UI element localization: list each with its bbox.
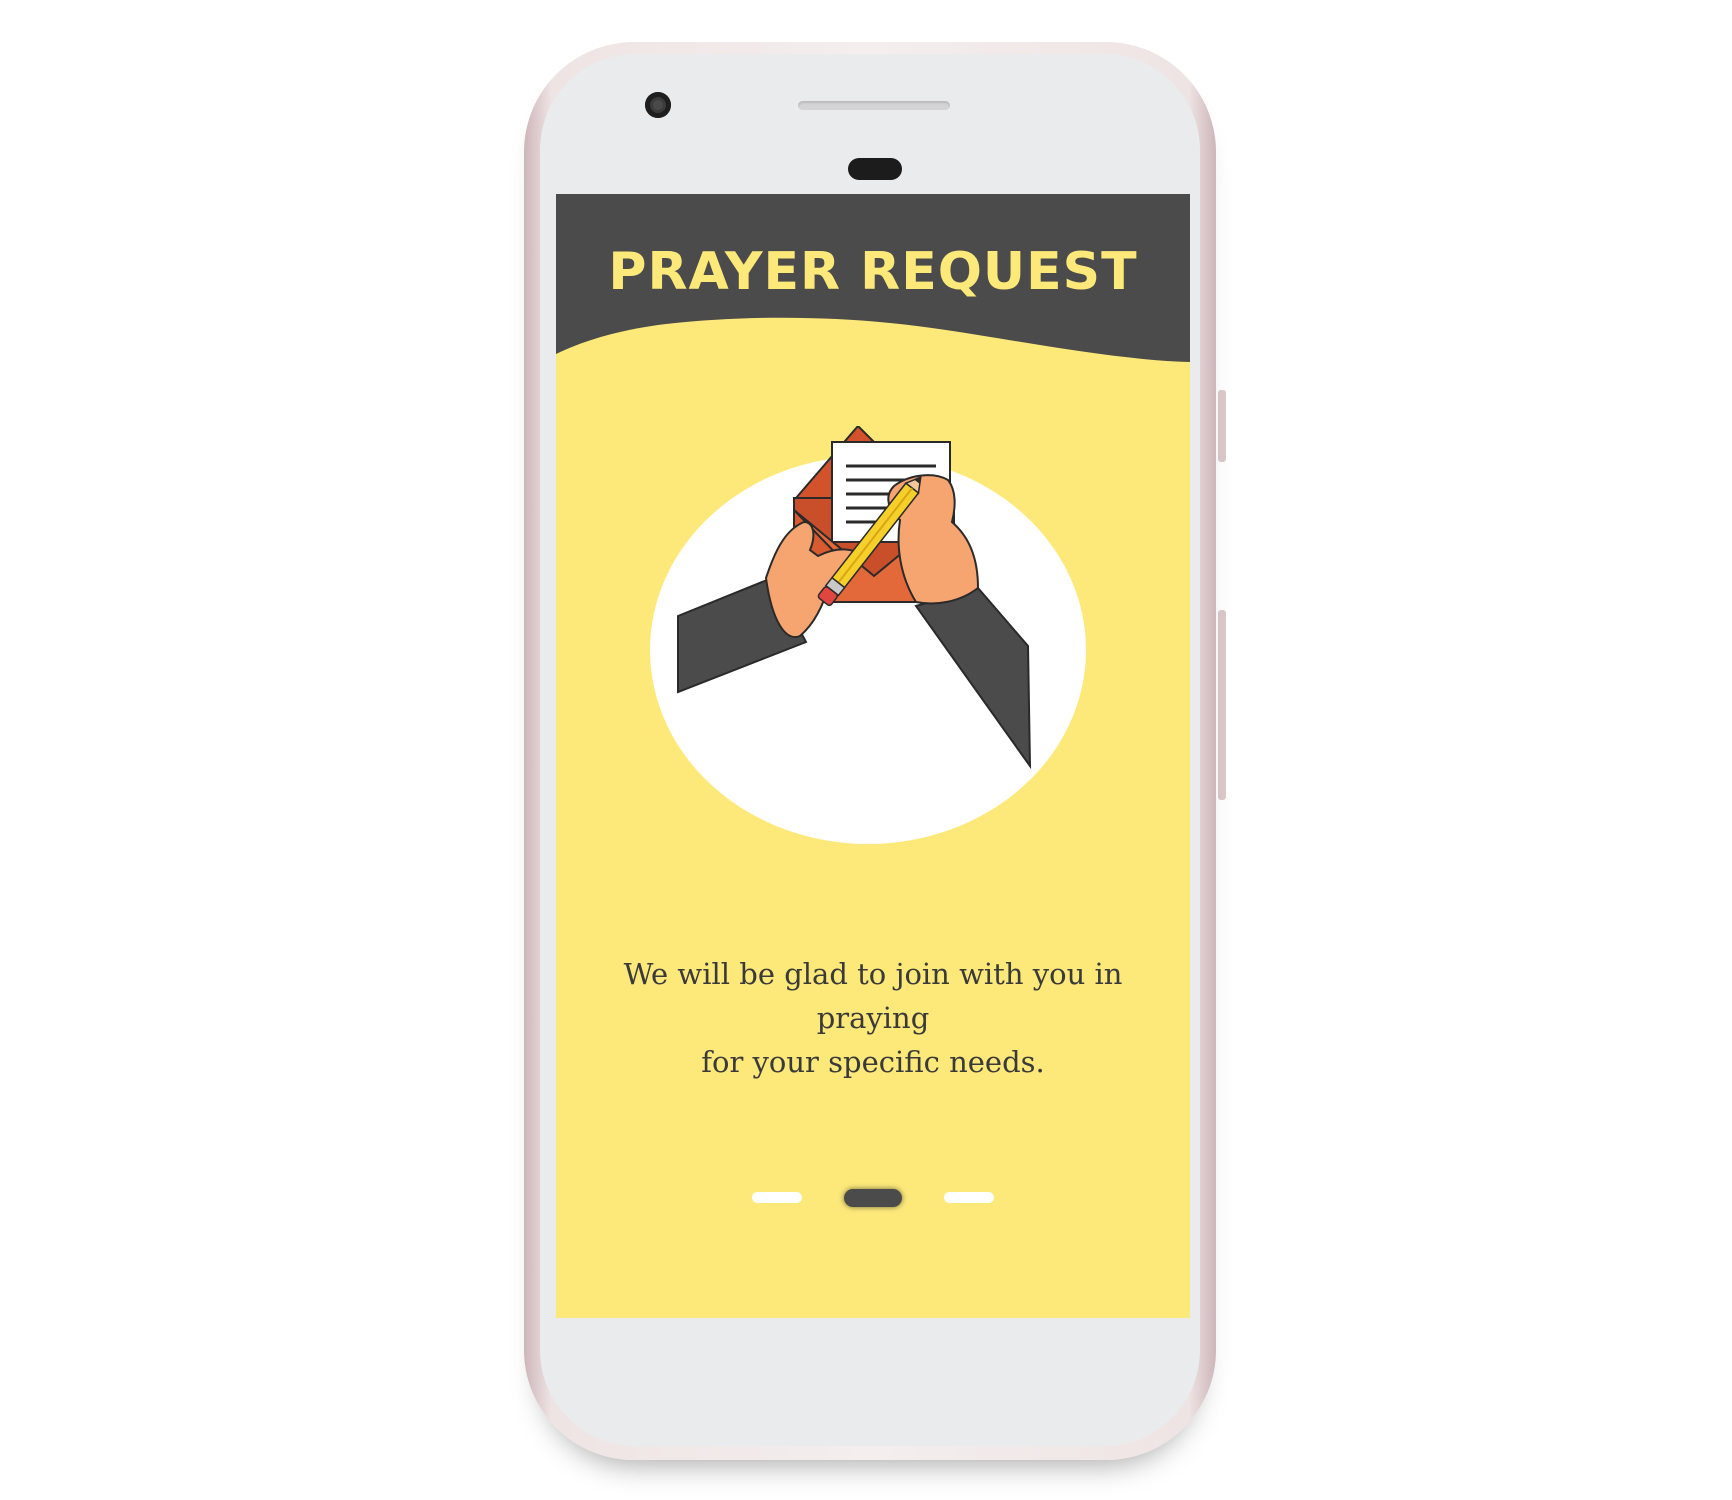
page-dot-3[interactable] <box>944 1192 994 1203</box>
app-screen: PRAYER REQUEST We will be glad to join w… <box>556 194 1190 1318</box>
page-title: PRAYER REQUEST <box>608 242 1138 302</box>
page-indicator <box>556 1182 1190 1212</box>
mockup-stage: PRAYER REQUEST We will be glad to join w… <box>0 0 1732 1500</box>
message-line-2: for your specific needs. <box>701 1045 1045 1079</box>
message-line-1: We will be glad to join with you in pray… <box>623 957 1123 1035</box>
proximity-sensor <box>848 158 902 180</box>
volume-button <box>1218 390 1226 462</box>
message-text: We will be glad to join with you in pray… <box>576 952 1170 1084</box>
page-dot-2-active[interactable] <box>844 1189 902 1207</box>
power-button <box>1218 610 1226 800</box>
page-dot-1[interactable] <box>752 1192 802 1203</box>
letter-writing-icon <box>650 426 1086 844</box>
front-camera-icon <box>645 92 671 118</box>
earpiece-speaker <box>798 101 950 110</box>
